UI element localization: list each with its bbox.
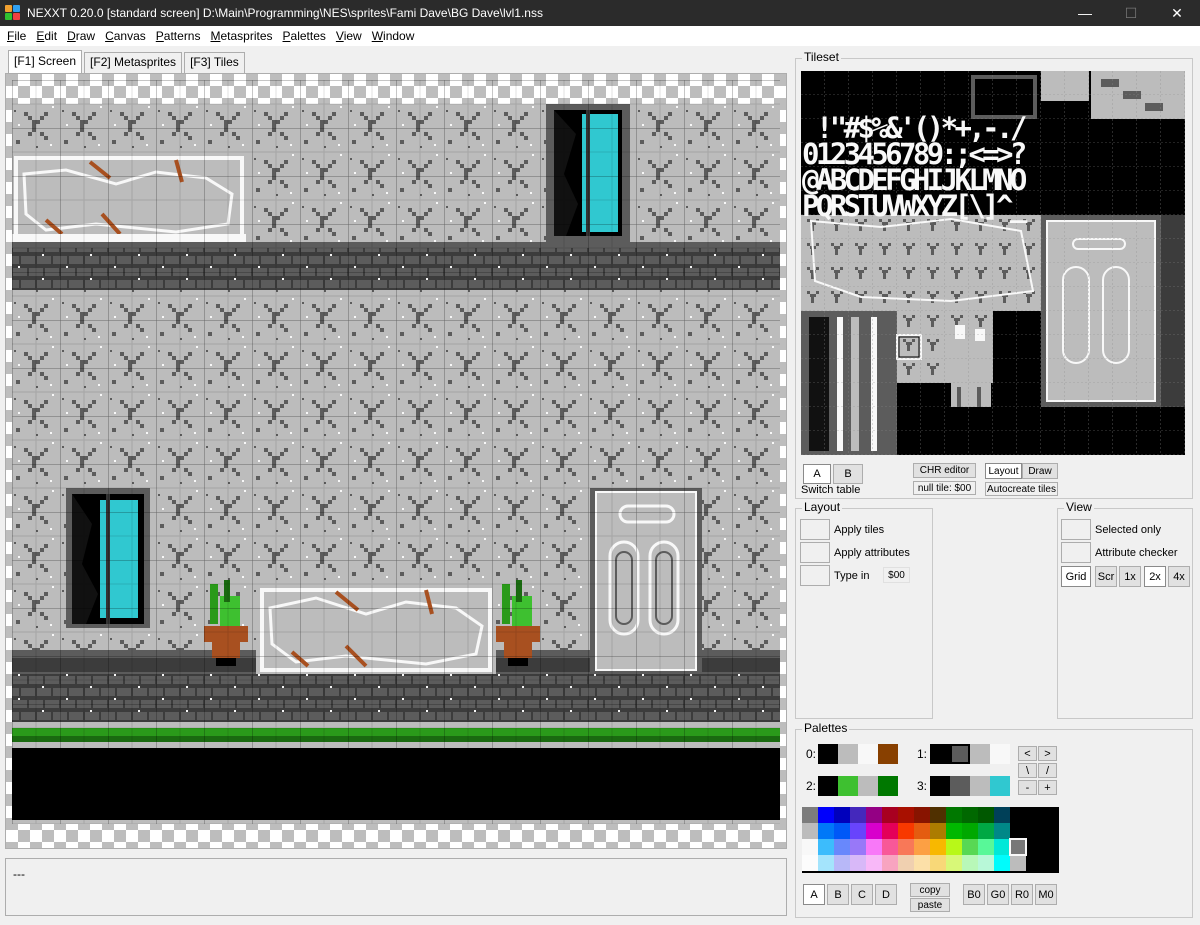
palette-0-color-2[interactable] [858, 744, 878, 764]
palette-2-label: 2: [806, 779, 817, 793]
palette-3-color-2[interactable] [970, 776, 990, 796]
palette-1-color-3[interactable] [990, 744, 1010, 764]
window-title: NEXXT 0.20.0 [standard screen] D:\Main\P… [27, 6, 543, 20]
title-bar: NEXXT 0.20.0 [standard screen] D:\Main\P… [0, 0, 1200, 26]
table-a-button[interactable]: A [803, 464, 831, 484]
type-in-toggle[interactable] [800, 565, 830, 586]
palette-bank-a-button[interactable]: A [803, 884, 825, 905]
menu-canvas[interactable]: Canvas [100, 26, 151, 46]
grid-toggle-button[interactable]: Grid [1061, 566, 1091, 587]
palette-2-color-1[interactable] [838, 776, 858, 796]
palette-0-color-0[interactable] [818, 744, 838, 764]
menu-view[interactable]: View [331, 26, 367, 46]
tab-tiles[interactable]: [F3] Tiles [184, 52, 245, 73]
apply-tiles-toggle[interactable] [800, 519, 830, 540]
attribute-checker-toggle[interactable] [1061, 542, 1091, 563]
palette-next-button[interactable]: > [1038, 746, 1057, 761]
table-b-button[interactable]: B [833, 464, 863, 484]
screen-grid-button[interactable]: Scr [1095, 566, 1117, 587]
layout-group-label: Layout [802, 500, 843, 514]
editor-tabs: [F1] Screen [F2] Metasprites [F3] Tiles [8, 50, 247, 73]
emphasis-g0-button[interactable]: G0 [987, 884, 1009, 905]
palette-3-label: 3: [917, 779, 928, 793]
maximize-button[interactable]: ☐ [1108, 0, 1154, 26]
menu-patterns[interactable]: Patterns [151, 26, 206, 46]
screen-canvas-frame [5, 73, 787, 849]
palette-bank-c-button[interactable]: C [851, 884, 873, 905]
menu-palettes[interactable]: Palettes [278, 26, 331, 46]
palette-0-label: 0: [806, 747, 817, 761]
palette-minus-button[interactable]: - [1018, 780, 1037, 795]
palette-3-color-0[interactable] [930, 776, 950, 796]
menu-window[interactable]: Window [367, 26, 420, 46]
grid-4x-button[interactable]: 4x [1168, 566, 1190, 587]
chr-editor-button[interactable]: CHR editor [913, 463, 976, 478]
type-in-value-field[interactable]: $00 [883, 567, 910, 583]
tileset-row-upper-2: PQRSTUVWXYZ[\]^_ [802, 189, 1027, 223]
emphasis-r0-button[interactable]: R0 [1011, 884, 1033, 905]
palette-bank-b-button[interactable]: B [827, 884, 849, 905]
apply-attributes-label: Apply attributes [834, 547, 910, 559]
palette-shift-right-button[interactable]: / [1038, 763, 1057, 778]
palette-plus-button[interactable]: + [1038, 780, 1057, 795]
status-text: --- [13, 867, 25, 881]
palette-2-color-3[interactable] [878, 776, 898, 796]
palette-copy-button[interactable]: copy [910, 883, 950, 897]
grid-2x-button[interactable]: 2x [1144, 566, 1166, 587]
switch-table-label: Switch table [801, 484, 861, 496]
attribute-checker-label: Attribute checker [1095, 547, 1178, 559]
menu-draw[interactable]: Draw [62, 26, 100, 46]
palette-3-color-3[interactable] [990, 776, 1010, 796]
menu-file[interactable]: File [2, 26, 31, 46]
palette-1-color-2[interactable] [970, 744, 990, 764]
app-icon [5, 5, 21, 21]
palette-0-color-3[interactable] [878, 744, 898, 764]
palette-1-color-1[interactable] [950, 744, 970, 764]
palette-bank-d-button[interactable]: D [875, 884, 897, 905]
nes-palette-picker[interactable] [802, 807, 1059, 873]
view-group-label: View [1064, 500, 1094, 514]
palette-1-color-0[interactable] [930, 744, 950, 764]
palette-3-color-1[interactable] [950, 776, 970, 796]
apply-attributes-toggle[interactable] [800, 542, 830, 563]
apply-tiles-label: Apply tiles [834, 524, 885, 536]
palette-2-color-0[interactable] [818, 776, 838, 796]
menu-metasprites[interactable]: Metasprites [205, 26, 277, 46]
menu-edit[interactable]: Edit [31, 26, 62, 46]
palette-shift-left-button[interactable]: \ [1018, 763, 1037, 778]
tileset-view[interactable]: !"#$%&'()*+,-./ 0123456789:;<=>? @ABCDEF… [801, 71, 1185, 455]
status-panel: --- [5, 858, 787, 916]
palette-1-label: 1: [917, 747, 928, 761]
palettes-group-label: Palettes [802, 721, 850, 735]
type-in-label: Type in [834, 570, 870, 582]
null-tile-readout: null tile: $00 [913, 481, 976, 495]
draw-mode-button[interactable]: Draw [1022, 463, 1058, 479]
emphasis-b0-button[interactable]: B0 [963, 884, 985, 905]
palette-prev-button[interactable]: < [1018, 746, 1037, 761]
grid-1x-button[interactable]: 1x [1119, 566, 1141, 587]
selected-only-toggle[interactable] [1061, 519, 1091, 540]
minimize-button[interactable]: — [1062, 0, 1108, 26]
layout-mode-button[interactable]: Layout [985, 463, 1022, 479]
autocreate-tiles-toggle[interactable]: Autocreate tiles [985, 482, 1058, 496]
tileset-label: Tileset [802, 50, 841, 64]
monochrome-m0-button[interactable]: M0 [1035, 884, 1057, 905]
palette-paste-button[interactable]: paste [910, 898, 950, 912]
palette-0-color-1[interactable] [838, 744, 858, 764]
selected-only-label: Selected only [1095, 524, 1162, 536]
screen-canvas[interactable] [6, 74, 786, 848]
close-button[interactable]: ✕ [1154, 0, 1200, 26]
tab-screen[interactable]: [F1] Screen [8, 50, 83, 73]
tab-metasprites[interactable]: [F2] Metasprites [84, 52, 183, 73]
palette-2-color-2[interactable] [858, 776, 878, 796]
menu-bar: File Edit Draw Canvas Patterns Metasprit… [0, 26, 1200, 46]
